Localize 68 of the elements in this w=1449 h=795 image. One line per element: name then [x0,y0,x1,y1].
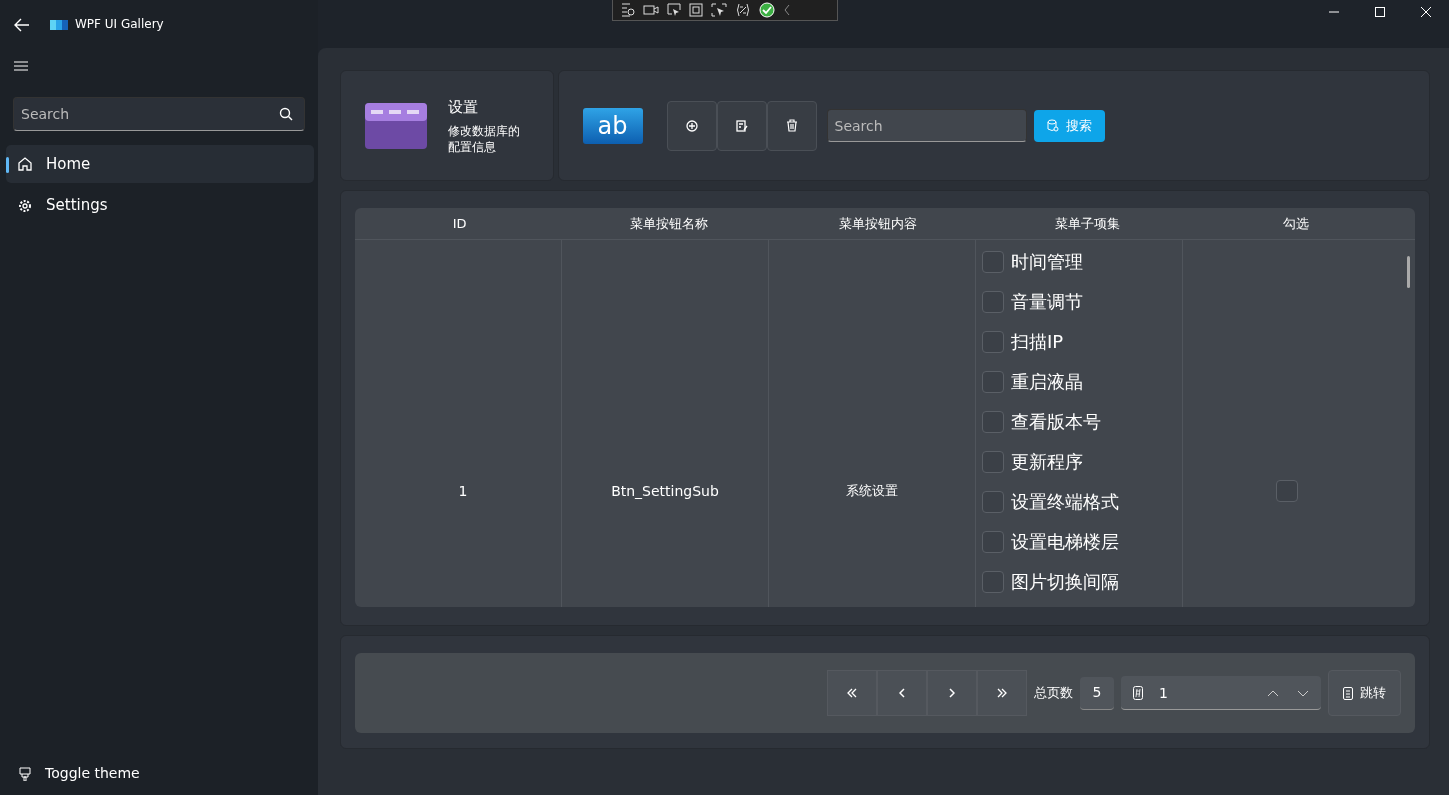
document-icon [1343,686,1353,700]
checkbox-label: 设置终端格式 [1011,490,1119,514]
checkbox[interactable] [982,531,1004,553]
checkbox-label: 设置电梯楼层 [1011,530,1119,554]
nav-item[interactable]: Settings [6,186,314,225]
window-icon [365,102,427,149]
column-header: 菜单子项集 [1053,214,1121,233]
double-left-icon [847,688,857,698]
chevron-left-icon [899,688,905,698]
checkbox[interactable] [982,371,1004,393]
number-tag-icon [1133,686,1143,700]
table-cell-text: Btn_SettingSub [611,481,719,501]
checkbox[interactable] [982,491,1004,513]
checkbox-label: 查看版本号 [1011,410,1101,434]
add-button[interactable] [666,100,717,151]
checkbox-label: 扫描IP [1011,330,1064,354]
frame-icon[interactable] [689,3,703,17]
card-description: 修改数据库的配置信息 [448,124,521,156]
increment-icon[interactable] [1267,690,1279,697]
display-pointer-icon[interactable] [711,3,727,17]
checkbox[interactable] [1275,480,1298,502]
column-header: ID [451,214,468,233]
nav-item[interactable]: Home [6,145,314,183]
clipboard-edit-icon [735,119,748,132]
checkbox[interactable] [982,331,1004,353]
check-icon[interactable] [759,2,775,18]
checkbox[interactable] [982,451,1004,473]
checkbox[interactable] [982,571,1004,593]
search-field[interactable]: Search [826,109,1027,142]
total-pages-value: 5 [1080,676,1114,710]
double-right-icon [997,688,1007,698]
jump-button[interactable]: 跳转 [1328,670,1401,716]
column-header: 菜单按钮名称 [628,214,709,233]
toggle-theme-link[interactable]: Toggle theme [45,762,140,784]
checkbox-label: 时间管理 [1011,250,1083,274]
column-header: 菜单按钮内容 [838,214,918,233]
checkbox[interactable] [982,251,1004,273]
collapse-icon[interactable] [783,4,791,16]
checkbox-label: 音量调节 [1011,290,1083,314]
card-title: 设置 [448,96,479,118]
decrement-icon[interactable] [1297,690,1309,697]
chevron-right-icon [949,688,955,698]
delete-button[interactable] [766,100,817,151]
search-field[interactable]: Search [13,97,305,131]
edit-button[interactable] [716,100,767,151]
table-cell-text: 系统设置 [846,482,898,501]
page-number-field[interactable]: 1 [1121,676,1321,710]
add-icon [685,119,698,132]
checkbox-label: 重启液晶 [1011,370,1083,394]
settings-icon [18,198,32,213]
database-search-icon [1046,119,1059,132]
trash-icon [785,119,798,132]
camera-icon[interactable] [643,4,659,16]
window-title: WPF UI Gallery [75,16,164,33]
total-pages-label: 总页数 [1034,684,1073,703]
home-icon [18,157,32,171]
checkbox[interactable] [982,411,1004,433]
scrollbar-thumb[interactable] [1407,256,1410,288]
binding-icon[interactable] [735,3,751,17]
checkbox-label: 更新程序 [1011,450,1083,474]
select-pointer-icon[interactable] [667,3,681,17]
checkbox[interactable] [982,291,1004,313]
visual-tree-icon[interactable] [621,3,635,17]
text-box-logo: ab [582,107,643,144]
column-header: 勾选 [1282,214,1311,233]
checkbox-label: 图片切换间隔 [1011,570,1119,594]
search-icon[interactable] [279,107,293,121]
table-cell-text: 1 [458,481,468,501]
